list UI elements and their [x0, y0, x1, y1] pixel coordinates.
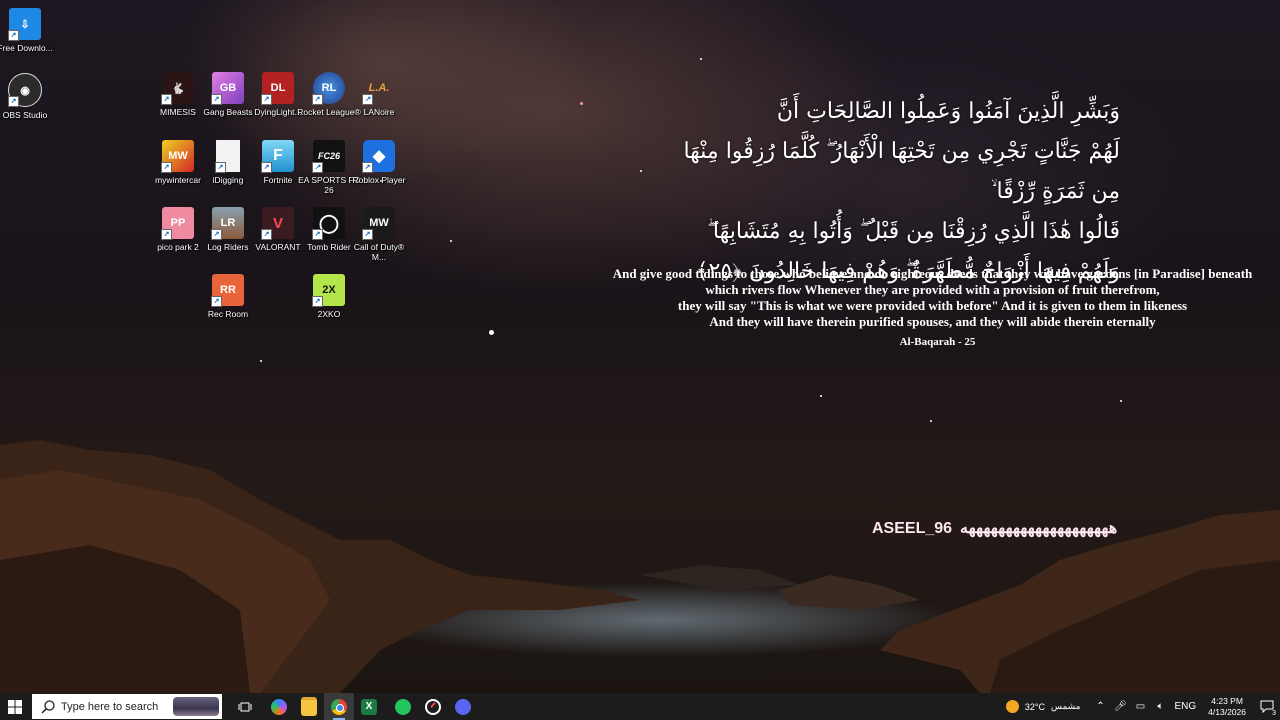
desktop-icon-obs-studio[interactable]: ◉ ↗ OBS Studio — [0, 73, 57, 120]
rec-room-icon: RR ↗ — [211, 274, 244, 307]
mimesis-icon: 🐇 ↗ — [161, 72, 194, 105]
desktop-icon-rec-room[interactable]: RR ↗ Rec Room — [196, 274, 260, 319]
search-icon — [41, 699, 55, 714]
speedometer-icon — [425, 698, 441, 715]
fortnite-icon: F ↗ — [261, 140, 294, 173]
weather-text: مشمس — [1050, 701, 1081, 711]
weather-widget[interactable]: 32°C مشمس — [1005, 700, 1081, 713]
copilot-button[interactable] — [264, 693, 294, 720]
pico-park-icon: PP ↗ — [161, 207, 194, 240]
gang-beasts-icon: GB ↗ — [211, 72, 244, 105]
verse-reference: Al-Baqarah - 25 — [899, 336, 976, 348]
translation-line: And give good tidings to those who belie… — [612, 266, 1253, 281]
discord-icon — [455, 698, 471, 715]
desktop-icon-label: Call of Duty® M... — [353, 242, 405, 262]
wallpaper-translation: And give good tidings to those who belie… — [605, 266, 1260, 330]
search-placeholder: Type here to search — [61, 700, 159, 713]
desktop-icon-lanoire[interactable]: L.A. ↗ LANoire — [347, 72, 411, 117]
translation-line: And they will have therein purified spou… — [709, 314, 1156, 329]
chrome-icon — [331, 698, 347, 715]
excel-button[interactable]: X — [354, 693, 384, 720]
notification-count: 3 — [1272, 710, 1276, 717]
log-riders-icon: LR ↗ — [211, 207, 244, 240]
valorant-icon: V ↗ — [261, 207, 294, 240]
weather-temp: 32°C — [1024, 701, 1045, 712]
copilot-icon — [271, 698, 287, 715]
file-explorer-button[interactable] — [294, 693, 324, 720]
sun-icon — [1005, 700, 1019, 713]
green-app-icon — [395, 698, 411, 715]
desktop-icon-call-of-duty[interactable]: MW ↗ Call of Duty® M... — [347, 207, 411, 262]
desktop-icon-2xko[interactable]: 2X ↗ 2XKO — [297, 274, 361, 319]
clock-time: 4:23 PM — [1211, 695, 1243, 706]
system-tray: 32°C مشمس ⌃ 🎤︎ ▭ 🔈︎ ENG 4:23 PM 4/13/202… — [1005, 693, 1280, 720]
taskbar: Type here to search X 32°C مشمس ⌃ 🎤︎ ▭ 🔈… — [0, 693, 1280, 720]
obs-icon: ◉ ↗ — [8, 73, 42, 107]
desktop-icon-label: Free Downlo... — [0, 43, 53, 53]
speedometer-app-button[interactable] — [418, 693, 448, 720]
microphone-icon[interactable]: 🎤︎ — [1113, 701, 1129, 712]
chevron-up-icon[interactable]: ⌃ — [1093, 701, 1109, 712]
desktop-icon-roblox-player[interactable]: ◆ ↗ Roblox Player — [347, 140, 411, 185]
desktop-icon-label: LANoire — [363, 107, 395, 117]
file-icon: ↗ — [215, 140, 240, 173]
wallpaper-signature: ASEEL_96 ههههههههههههههههههههه — [872, 518, 1118, 538]
desktop-icon-label: 2XKO — [317, 309, 341, 319]
network-icon[interactable]: ▭ — [1133, 701, 1149, 712]
excel-icon: X — [361, 698, 377, 715]
2xko-icon: 2X ↗ — [312, 274, 345, 307]
desktop-icon-label: Rec Room — [207, 309, 249, 319]
tomb-raider-icon: ◯ ↗ — [312, 207, 345, 240]
volume-icon[interactable]: 🔈︎ — [1153, 701, 1169, 712]
verse-line: قَالُوا هَٰذَا الَّذِي رُزِقْنَا مِن قَب… — [707, 219, 1120, 244]
rocket-league-icon: RL ↗ — [312, 72, 345, 105]
wallpaper-arabic-verse: وَبَشِّرِ الَّذِينَ آمَنُوا وَعَمِلُوا ا… — [660, 92, 1120, 292]
desktop-icon-label: OBS Studio — [2, 110, 48, 120]
task-view-button[interactable] — [230, 693, 260, 720]
signature-flourish: ههههههههههههههههههههه — [960, 520, 1118, 537]
call-of-duty-icon: MW ↗ — [362, 207, 395, 240]
folder-icon — [301, 697, 317, 716]
clock-date: 4/13/2026 — [1208, 706, 1246, 717]
desktop: ⇩ ↗ Free Downlo... ◉ ↗ OBS Studio 🐇 ↗ MIMES… — [0, 0, 1280, 693]
verse-line: وَبَشِّرِ الَّذِينَ آمَنُوا وَعَمِلُوا ا… — [776, 99, 1120, 124]
roblox-icon: ◆ ↗ — [362, 140, 395, 173]
ea-fc-icon: FC26 ↗ — [312, 140, 345, 173]
translation-line: they will say "This is what we were prov… — [677, 298, 1188, 313]
windows-icon — [8, 699, 22, 714]
search-highlight-image — [173, 697, 219, 716]
discord-button[interactable] — [448, 693, 478, 720]
start-button[interactable] — [0, 693, 30, 720]
green-app-button[interactable] — [388, 693, 418, 720]
download-app-icon: ⇩ ↗ — [8, 8, 41, 41]
task-view-icon — [238, 702, 252, 711]
language-indicator[interactable]: ENG — [1175, 701, 1197, 712]
lanoire-icon: L.A. ↗ — [362, 72, 395, 105]
dyinglight-icon: DL ↗ — [261, 72, 294, 105]
desktop-icon-free-download[interactable]: ⇩ ↗ Free Downlo... — [0, 8, 57, 53]
verse-line: لَهُمْ جَنَّاتٍ تَجْرِي مِن تَحْتِهَا ال… — [683, 139, 1120, 204]
translation-line: which rivers flow Whenever they are prov… — [705, 282, 1160, 297]
mywintercar-icon: MW ↗ — [161, 140, 194, 173]
notifications-button[interactable]: 3 — [1254, 693, 1280, 720]
chrome-button[interactable] — [324, 693, 354, 720]
signature-name: ASEEL_96 — [872, 520, 953, 537]
clock[interactable]: 4:23 PM 4/13/2026 — [1208, 696, 1246, 718]
desktop-icon-label: Roblox Player — [352, 175, 406, 185]
search-input[interactable]: Type here to search — [32, 694, 222, 719]
